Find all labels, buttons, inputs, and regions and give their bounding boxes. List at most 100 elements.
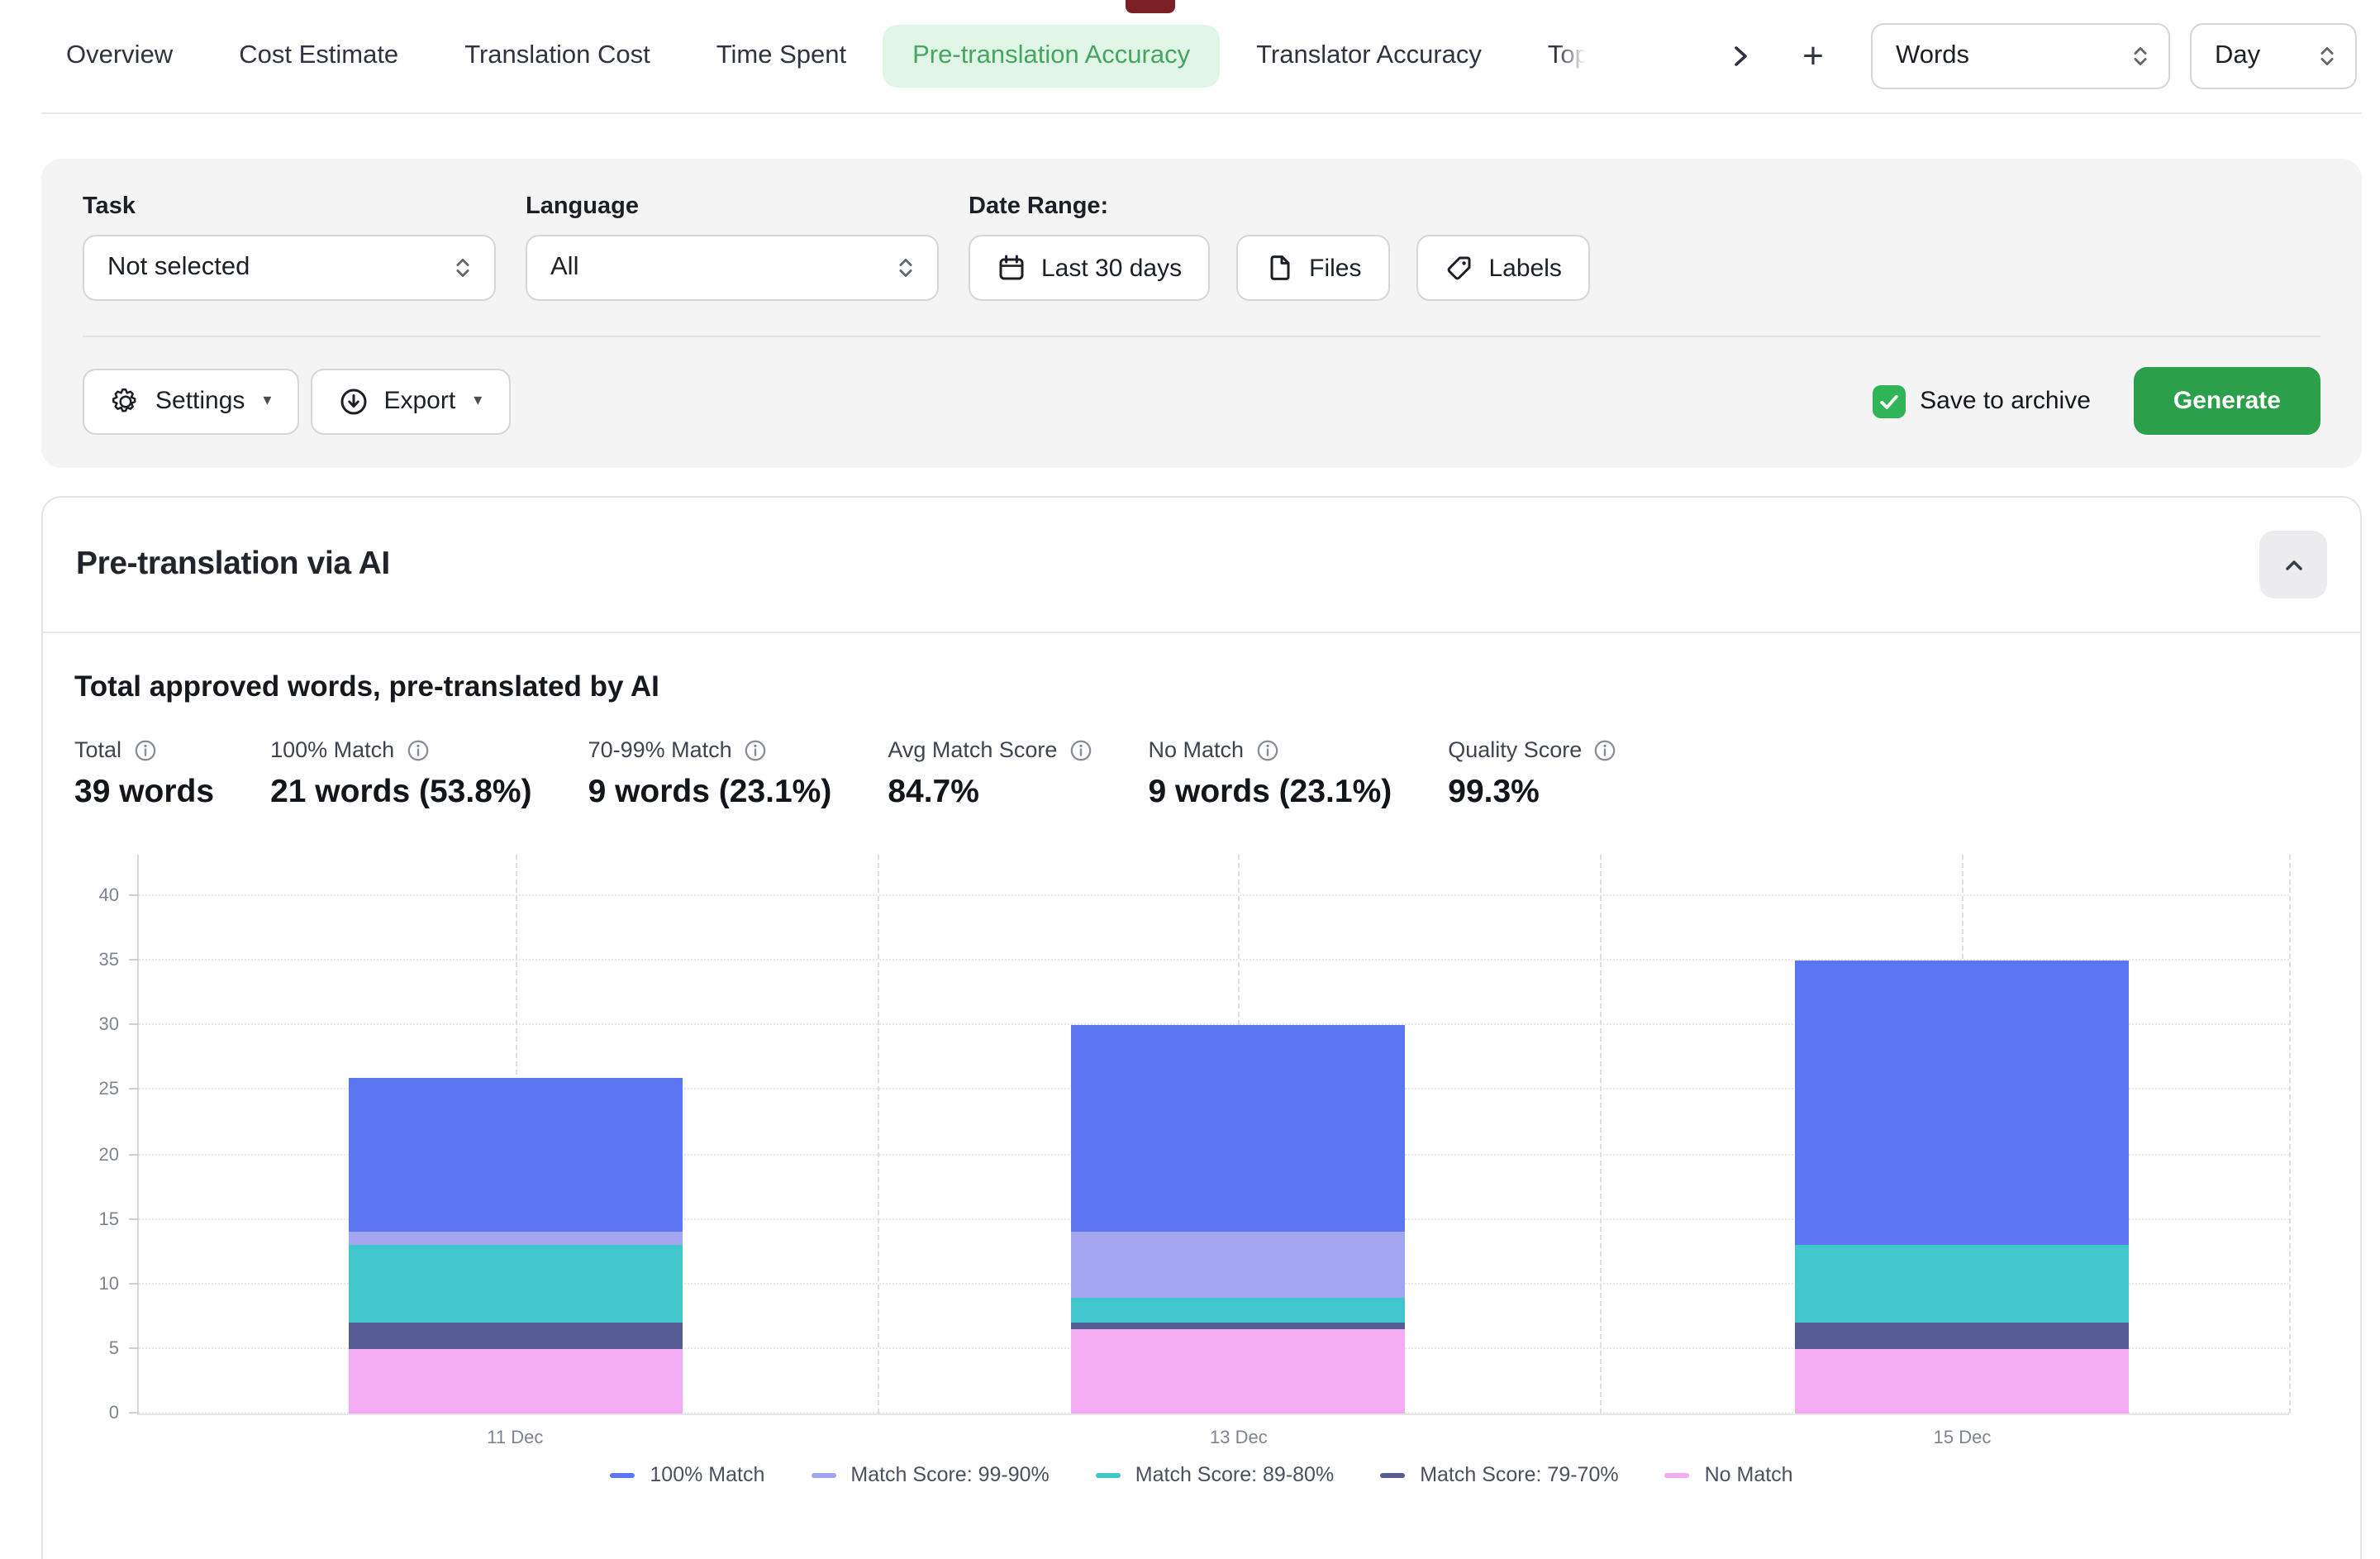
export-button-label: Export	[383, 387, 455, 415]
files-button[interactable]: Files	[1236, 235, 1389, 301]
chevron-up-down-icon	[451, 256, 474, 279]
stat-no-match: No Match 9 words (23.1%)	[1148, 737, 1392, 812]
legend-item[interactable]: 100% Match	[610, 1463, 764, 1486]
chevron-up-down-icon	[2129, 45, 2152, 68]
bar-15-dec[interactable]	[1795, 855, 2129, 1414]
tab-translation-cost[interactable]: Translation Cost	[435, 25, 680, 88]
language-label: Language	[526, 193, 939, 220]
legend-label: Match Score: 99-90%	[850, 1463, 1049, 1486]
collapse-button[interactable]	[2259, 531, 2327, 598]
period-select-value: Day	[2215, 41, 2260, 71]
task-select-value: Not selected	[107, 253, 250, 283]
legend-label: 100% Match	[650, 1463, 764, 1486]
bar-11-dec[interactable]	[348, 855, 682, 1414]
language-select[interactable]: All	[526, 235, 939, 301]
language-field: Language All	[526, 193, 939, 301]
report-title: Pre-translation via AI	[76, 546, 390, 584]
bar-segment[interactable]	[1072, 1297, 1406, 1323]
stat-label: 100% Match	[270, 737, 394, 762]
bar-13-dec[interactable]	[1072, 855, 1406, 1414]
bar-segment[interactable]	[1795, 1349, 2129, 1414]
stat-avg-match-score: Avg Match Score 84.7%	[888, 737, 1092, 812]
tab-pre-translation-accuracy[interactable]: Pre-translation Accuracy	[883, 25, 1220, 88]
bar-segment[interactable]	[348, 1246, 682, 1323]
task-label: Task	[83, 193, 496, 220]
legend-label: Match Score: 89-80%	[1135, 1463, 1334, 1486]
legend-item[interactable]: Match Score: 89-80%	[1096, 1463, 1334, 1486]
chart-plot: 051015202530354011 Dec13 Dec15 Dec	[137, 855, 2289, 1415]
tab-top-truncated[interactable]: Top	[1518, 25, 1589, 88]
report-card-header: Pre-translation via AI	[43, 498, 2360, 633]
y-axis-tick	[129, 1347, 139, 1349]
x-gridline	[1601, 855, 1602, 1414]
bar-segment[interactable]	[1072, 1329, 1406, 1414]
x-gridline	[877, 855, 878, 1414]
bar-segment[interactable]	[348, 1232, 682, 1246]
task-select[interactable]: Not selected	[83, 235, 496, 301]
tab-translator-accuracy[interactable]: Translator Accuracy	[1226, 25, 1511, 88]
period-select[interactable]: Day	[2190, 23, 2357, 89]
info-icon[interactable]	[1255, 738, 1278, 761]
x-axis-label: 13 Dec	[1210, 1428, 1268, 1448]
report-card-body: Total approved words, pre-translated by …	[43, 633, 2360, 1559]
tabs-scroll-right-button[interactable]	[1716, 31, 1765, 81]
unit-select[interactable]: Words	[1871, 23, 2170, 89]
report-tabs: Overview Cost Estimate Translation Cost …	[36, 25, 1716, 88]
legend-item[interactable]: No Match	[1665, 1463, 1793, 1486]
info-icon[interactable]	[744, 738, 767, 761]
stat-value: 21 words (53.8%)	[270, 774, 531, 812]
date-range-button[interactable]: Last 30 days	[969, 235, 1210, 301]
bar-segment[interactable]	[348, 1323, 682, 1348]
tab-overview[interactable]: Overview	[36, 25, 202, 88]
stat-100-match: 100% Match 21 words (53.8%)	[270, 737, 531, 812]
date-range-label: Date Range:	[969, 193, 1590, 220]
y-axis-tick	[129, 894, 139, 896]
tab-cost-estimate[interactable]: Cost Estimate	[209, 25, 428, 88]
info-icon[interactable]	[406, 738, 429, 761]
x-axis-label: 15 Dec	[1934, 1428, 1992, 1448]
chevron-up-down-icon	[2316, 45, 2339, 68]
tab-time-spent[interactable]: Time Spent	[687, 25, 876, 88]
bar-segment[interactable]	[348, 1349, 682, 1414]
tag-icon	[1444, 253, 1473, 283]
analytics-page: Overview Cost Estimate Translation Cost …	[0, 0, 2380, 1559]
save-to-archive-checkbox[interactable]	[1872, 384, 1905, 417]
top-indicator	[1126, 0, 1175, 13]
bar-segment[interactable]	[1795, 1246, 2129, 1323]
y-axis-tick	[129, 1218, 139, 1219]
info-icon[interactable]	[133, 738, 156, 761]
x-axis-label: 11 Dec	[487, 1428, 543, 1448]
y-axis-label: 25	[66, 1080, 119, 1100]
y-axis-tick	[129, 959, 139, 961]
legend-item[interactable]: Match Score: 99-90%	[811, 1463, 1049, 1486]
bar-segment[interactable]	[348, 1077, 682, 1232]
gear-icon	[111, 386, 140, 416]
add-tab-button[interactable]: +	[1788, 31, 1838, 81]
info-icon[interactable]	[1593, 738, 1616, 761]
chevron-up-icon	[2280, 551, 2306, 578]
info-icon[interactable]	[1069, 738, 1092, 761]
bar-segment[interactable]	[1795, 961, 2129, 1245]
file-icon	[1264, 253, 1294, 283]
bar-segment[interactable]	[1072, 1323, 1406, 1329]
stat-value: 39 words	[74, 774, 214, 812]
stat-label: 70-99% Match	[588, 737, 732, 762]
bar-segment[interactable]	[1072, 1232, 1406, 1297]
export-button[interactable]: Export ▾	[311, 368, 510, 434]
y-axis-tick	[129, 1153, 139, 1155]
legend-label: No Match	[1705, 1463, 1793, 1486]
generate-button[interactable]: Generate	[2134, 367, 2320, 435]
settings-button[interactable]: Settings ▾	[83, 368, 299, 434]
bar-segment[interactable]	[1795, 1323, 2129, 1348]
y-axis-label: 10	[66, 1275, 119, 1294]
date-range-field: Date Range: Last 30 days Files	[969, 193, 1590, 301]
y-axis-label: 35	[66, 951, 119, 970]
plus-icon: +	[1802, 35, 1824, 78]
settings-button-label: Settings	[155, 387, 245, 415]
bar-segment[interactable]	[1072, 1026, 1406, 1232]
y-axis-label: 0	[66, 1404, 119, 1423]
calendar-icon	[997, 253, 1026, 283]
nav-divider	[41, 112, 2362, 114]
legend-item[interactable]: Match Score: 79-70%	[1380, 1463, 1618, 1486]
labels-button[interactable]: Labels	[1416, 235, 1589, 301]
